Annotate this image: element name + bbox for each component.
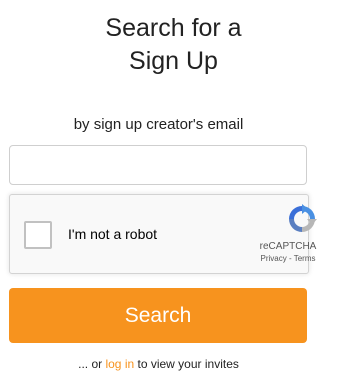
recaptcha-links: Privacy - Terms — [253, 254, 323, 264]
login-invite-text: ... or log in to view your invites — [0, 357, 317, 371]
recaptcha-checkbox[interactable] — [24, 221, 52, 249]
footer-prefix: ... or — [78, 357, 106, 371]
page-title-line-1: Search for a — [105, 14, 242, 42]
recaptcha-logo-icon — [289, 204, 317, 232]
recaptcha-privacy-link[interactable]: Privacy — [261, 254, 287, 263]
recaptcha-brand-label: reCAPTCHA — [259, 241, 317, 252]
recaptcha-links-separator: - — [286, 254, 294, 263]
footer-suffix: to view your invites — [134, 357, 239, 371]
email-search-input[interactable] — [9, 145, 307, 185]
page-title-line-2: Sign Up — [129, 47, 218, 75]
page-title: Search for a Sign Up — [0, 12, 347, 78]
login-link[interactable]: log in — [105, 357, 134, 371]
recaptcha-widget: I'm not a robot reCAPTCHA Privacy - Term… — [9, 194, 317, 274]
search-button[interactable]: Search — [9, 288, 307, 343]
recaptcha-terms-link[interactable]: Terms — [294, 254, 316, 263]
search-subtitle: by sign up creator's email — [73, 116, 244, 133]
recaptcha-checkbox-label: I'm not a robot — [68, 226, 158, 242]
